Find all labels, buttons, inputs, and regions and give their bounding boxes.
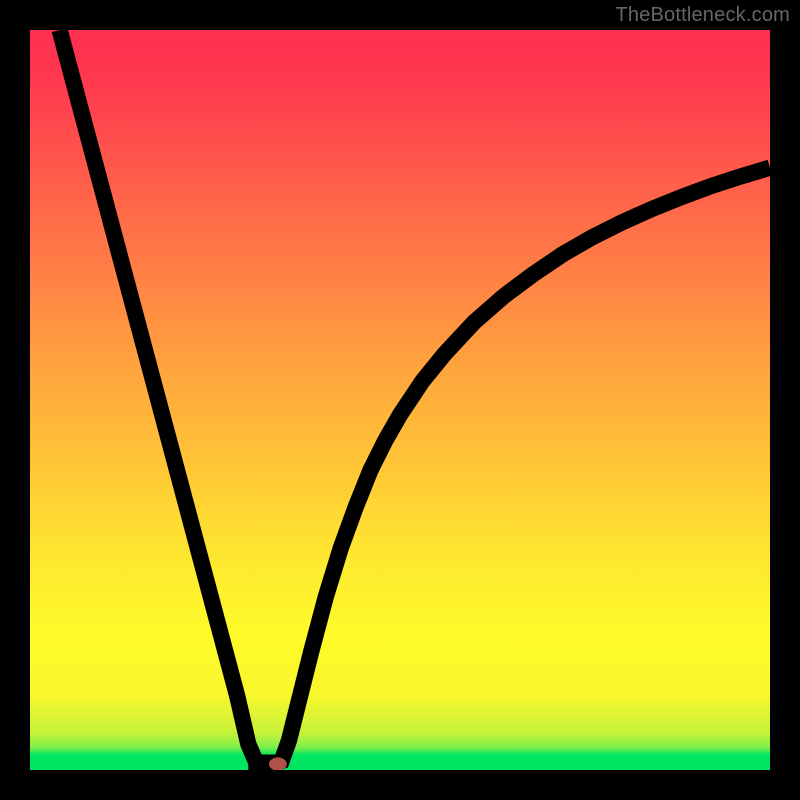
chart-frame: [30, 30, 770, 770]
bottleneck-curve: [60, 30, 770, 763]
chart-svg: [30, 30, 770, 770]
watermark-text: TheBottleneck.com: [615, 4, 790, 27]
